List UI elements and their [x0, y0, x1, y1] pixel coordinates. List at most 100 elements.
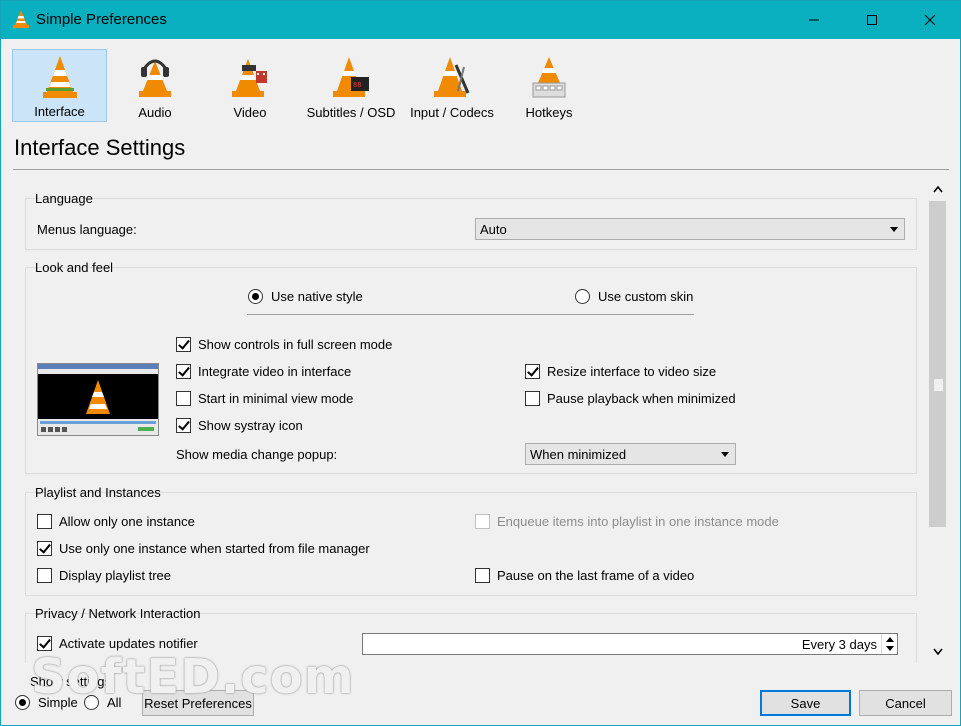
- category-audio[interactable]: Audio: [118, 49, 192, 122]
- custom-skin-radio[interactable]: Use custom skin: [575, 289, 693, 304]
- scrollbar-grip: [934, 379, 943, 391]
- pause-last-frame-checkbox[interactable]: Pause on the last frame of a video: [475, 568, 694, 583]
- category-interface[interactable]: Interface: [12, 49, 107, 122]
- playlist-tree-checkbox[interactable]: Display playlist tree: [37, 568, 171, 583]
- enqueue-checkbox: Enqueue items into playlist in one insta…: [475, 514, 779, 529]
- simple-settings-radio[interactable]: Simple: [15, 695, 78, 710]
- enqueue-label: Enqueue items into playlist in one insta…: [497, 514, 779, 529]
- updates-notifier-checkbox[interactable]: Activate updates notifier: [37, 636, 198, 651]
- all-settings-radio[interactable]: All: [84, 695, 121, 710]
- spin-arrows-icon: [886, 637, 894, 651]
- category-label: Interface: [34, 104, 85, 119]
- updates-notifier-label: Activate updates notifier: [59, 636, 198, 651]
- playlist-tree-label: Display playlist tree: [59, 568, 171, 583]
- audio-headphones-icon: [139, 59, 171, 97]
- vlc-cone-icon: [13, 10, 29, 28]
- native-style-radio[interactable]: Use native style: [248, 289, 363, 304]
- close-button[interactable]: [901, 1, 959, 39]
- resize-interface-label: Resize interface to video size: [547, 364, 717, 379]
- media-popup-select[interactable]: When minimized: [525, 443, 736, 465]
- cancel-button[interactable]: Cancel: [859, 690, 952, 716]
- reset-preferences-button[interactable]: Reset Preferences: [142, 690, 254, 716]
- maximize-icon: [867, 15, 877, 25]
- playlist-group-label: Playlist and Instances: [35, 485, 161, 500]
- chevron-down-icon: [933, 648, 943, 656]
- minimal-view-checkbox[interactable]: Start in minimal view mode: [176, 391, 353, 406]
- category-label: Input / Codecs: [410, 105, 494, 120]
- media-popup-value: When minimized: [530, 447, 627, 462]
- settings-scroll-area[interactable]: Language Menus language: Auto Look and f…: [13, 179, 950, 663]
- title-bar[interactable]: Simple Preferences: [1, 1, 960, 39]
- menus-language-label: Menus language:: [37, 222, 137, 237]
- scroll-up-button[interactable]: [928, 179, 948, 199]
- native-style-label: Use native style: [271, 289, 363, 304]
- resize-interface-checkbox[interactable]: Resize interface to video size: [525, 364, 716, 379]
- category-label: Hotkeys: [525, 105, 573, 120]
- video-film-icon: [232, 59, 267, 97]
- chevron-down-icon: [721, 452, 729, 457]
- maximize-button[interactable]: [843, 1, 901, 39]
- interface-cone-icon: [42, 56, 77, 98]
- pause-last-frame-label: Pause on the last frame of a video: [497, 568, 695, 583]
- privacy-group-label: Privacy / Network Interaction: [35, 606, 201, 621]
- file-manager-label: Use only one instance when started from …: [59, 541, 370, 556]
- scrollbar-thumb[interactable]: [929, 201, 946, 527]
- updates-interval-spinbox[interactable]: Every 3 days: [362, 633, 898, 655]
- checkbox-indicator: [37, 541, 52, 556]
- integrate-video-label: Integrate video in interface: [198, 364, 352, 379]
- close-icon: [924, 14, 936, 26]
- category-label: Subtitles / OSD: [306, 105, 396, 120]
- radio-indicator: [575, 289, 590, 304]
- simple-label: Simple: [38, 695, 78, 710]
- checkbox-indicator: [475, 568, 490, 583]
- page-title: Interface Settings: [14, 135, 186, 160]
- chevron-down-icon: [890, 227, 898, 232]
- input-codecs-icon: [434, 57, 470, 97]
- systray-label: Show systray icon: [198, 418, 303, 433]
- interface-preview-image: [37, 363, 159, 436]
- category-input-codecs[interactable]: Input / Codecs: [407, 49, 497, 122]
- checkbox-indicator: [176, 418, 191, 433]
- subtitles-clock-icon: 88: [333, 57, 369, 97]
- language-group-label: Language: [35, 191, 93, 206]
- all-label: All: [107, 695, 122, 710]
- scroll-down-button[interactable]: [928, 642, 948, 662]
- category-video[interactable]: Video: [213, 49, 287, 122]
- pause-minimized-checkbox[interactable]: Pause playback when minimized: [525, 391, 736, 406]
- title-divider: [13, 169, 949, 170]
- checkbox-indicator: [176, 337, 191, 352]
- pause-minimized-label: Pause playback when minimized: [547, 391, 736, 406]
- category-toolbar: Interface Audio Video 88 Subtitles / OSD…: [1, 39, 960, 123]
- checkbox-indicator: [176, 364, 191, 379]
- one-instance-checkbox[interactable]: Allow only one instance: [37, 514, 195, 529]
- svg-text:88: 88: [353, 81, 361, 89]
- minimal-view-label: Start in minimal view mode: [198, 391, 354, 406]
- preferences-window: Simple Preferences Interface Audio Video…: [0, 0, 961, 726]
- checkbox-indicator: [525, 364, 540, 379]
- category-label: Audio: [138, 105, 172, 120]
- spin-buttons[interactable]: [881, 634, 897, 654]
- show-controls-fullscreen-checkbox[interactable]: Show controls in full screen mode: [176, 337, 392, 352]
- checkbox-indicator: [176, 391, 191, 406]
- radio-indicator: [84, 695, 99, 710]
- menus-language-select[interactable]: Auto: [475, 218, 905, 240]
- category-subtitles[interactable]: 88 Subtitles / OSD: [305, 49, 397, 122]
- show-controls-label: Show controls in full screen mode: [198, 337, 393, 352]
- category-label: Video: [233, 105, 267, 120]
- vertical-scrollbar[interactable]: [928, 179, 948, 663]
- window-title: Simple Preferences: [36, 11, 167, 28]
- hotkeys-keyboard-icon: [532, 57, 566, 98]
- minimize-icon: [809, 19, 819, 21]
- save-button[interactable]: Save: [760, 690, 851, 716]
- skin-divider: [247, 314, 694, 315]
- vlc-preview-icon: [38, 364, 158, 435]
- menus-language-value: Auto: [480, 222, 507, 237]
- checkbox-indicator: [37, 568, 52, 583]
- file-manager-instance-checkbox[interactable]: Use only one instance when started from …: [37, 541, 370, 556]
- minimize-button[interactable]: [785, 1, 843, 39]
- systray-checkbox[interactable]: Show systray icon: [176, 418, 303, 433]
- checkbox-indicator: [475, 514, 490, 529]
- integrate-video-checkbox[interactable]: Integrate video in interface: [176, 364, 351, 379]
- show-settings-label: Show settings: [30, 674, 111, 689]
- category-hotkeys[interactable]: Hotkeys: [517, 49, 581, 122]
